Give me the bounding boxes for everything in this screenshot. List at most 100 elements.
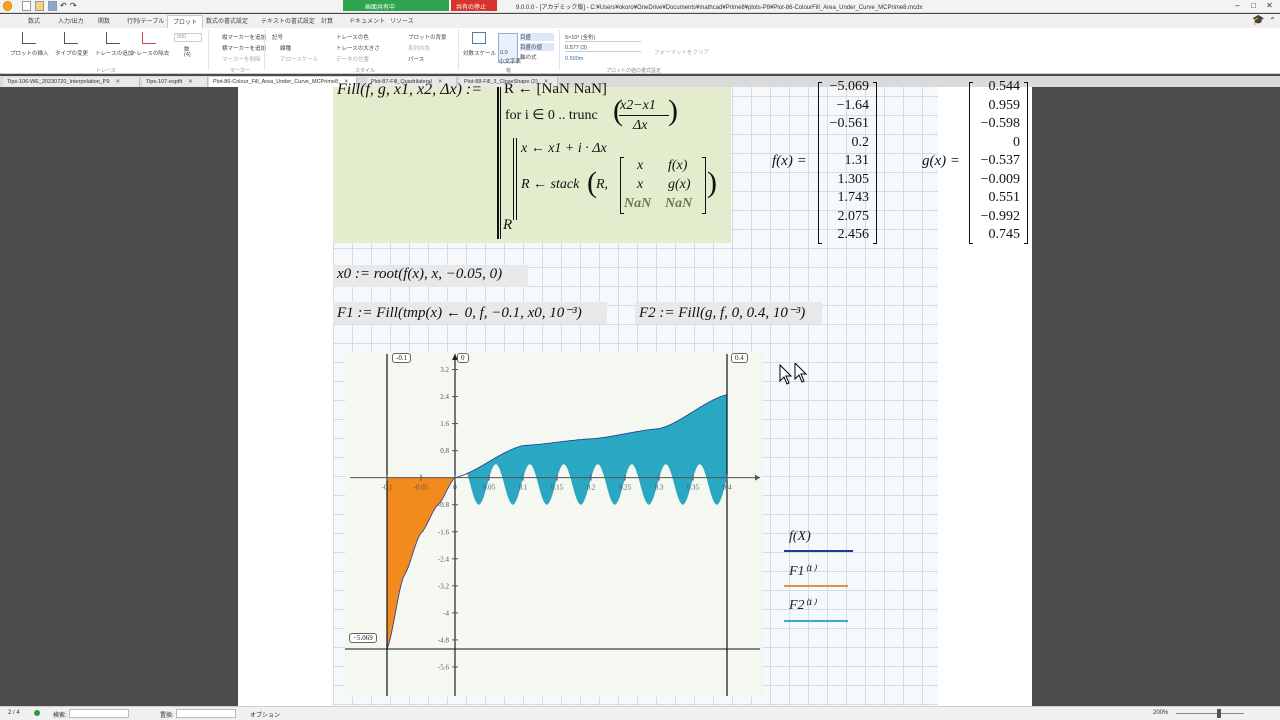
trace-size-dropdown[interactable]: トレースの大きさ	[336, 44, 380, 52]
for-line: for i ∈ 0 .. trunc	[505, 108, 598, 123]
vector-value: 0.2	[851, 134, 870, 150]
maximize-button[interactable]: □	[1249, 1, 1258, 10]
vector-value: 0.551	[988, 190, 1021, 205]
perspective-button[interactable]: パース	[408, 55, 424, 63]
tab-plot[interactable]: プロット	[167, 15, 204, 28]
doc-tab-1[interactable]: Tips-107-expfit ✕	[142, 77, 208, 87]
line-style-dropdown[interactable]: 線種	[280, 44, 291, 52]
axis-item-1[interactable]: 目盛の値	[520, 43, 554, 51]
doc-tab-2[interactable]: Plot-86-Colour_Fill_Area_Under_Curve_MCP…	[209, 77, 357, 87]
change-type-icon[interactable]	[64, 32, 78, 44]
f1-definition: F1 := Fill(tmp(x) ← 0, f, −0.1, x0, 10⁻³…	[337, 305, 582, 321]
paren-right: )	[668, 94, 678, 127]
tab-calculation[interactable]: 計算	[321, 16, 333, 25]
tab-document[interactable]: ドキュメント	[349, 16, 385, 25]
remove-trace-icon[interactable]	[142, 32, 156, 44]
options-label[interactable]: オプション	[250, 710, 280, 719]
undo-icon[interactable]: ↶	[60, 1, 69, 11]
legend-line-f	[784, 550, 853, 552]
redo-icon[interactable]: ↷	[70, 1, 79, 11]
x0-definition: x0 := root(f(x), x, −0.05, 0)	[337, 266, 503, 282]
new-file-icon[interactable]	[22, 1, 31, 11]
save-icon[interactable]	[48, 1, 57, 11]
tab-text-format[interactable]: テキストの書式設定	[261, 16, 315, 25]
trace-style-dropdown[interactable]: データの位置	[336, 55, 369, 63]
plot-svg[interactable]: -0.1 -0.05 0 0.05 0.1 0.15 0.2 0.25 0.3 0.35 0.4 3.…	[340, 350, 770, 700]
marker-right-label[interactable]: 0.4	[731, 353, 748, 363]
axis-item-0[interactable]: 目盛	[520, 33, 554, 41]
trace-color-dropdown[interactable]: トレースの色	[336, 33, 369, 41]
precision-dropdown[interactable]: 0.577 (3)	[565, 45, 641, 52]
tab-math[interactable]: 数式	[28, 16, 40, 25]
count-sub: (4)	[184, 52, 191, 58]
x-tick-label: 0.25	[619, 484, 632, 492]
stack-cell: x	[637, 158, 644, 173]
stack-r: R,	[596, 177, 609, 192]
vector-value: 1.31	[844, 153, 870, 168]
collapse-ribbon-icon[interactable]: ⌃	[1268, 16, 1277, 25]
change-type-label[interactable]: タイプの変更	[55, 49, 88, 57]
marker-min-label[interactable]: −5.069	[349, 633, 377, 643]
tab-resources[interactable]: リソース	[390, 16, 414, 25]
vector-value: 0.544	[988, 79, 1021, 94]
chart-bg-dropdown[interactable]: 系列の色	[408, 44, 430, 52]
close-tab-icon[interactable]: ✕	[188, 79, 193, 85]
x-tick-label: 0.35	[687, 484, 700, 492]
zoom-slider[interactable]	[1176, 713, 1244, 714]
doc-tab-0[interactable]: Tips-106-WE_20230720_Interpolation_P9 ✕	[3, 77, 140, 87]
symbol-dropdown[interactable]: 記号	[272, 33, 283, 41]
frac-denominator: Δx	[633, 118, 648, 133]
insert-plot-icon[interactable]	[22, 32, 36, 44]
axis-item-2[interactable]: 軸の式	[520, 53, 537, 61]
return-r: R	[503, 217, 513, 233]
tab-io[interactable]: 入力/出力	[58, 16, 84, 25]
tab-matrix[interactable]: 行列/テーブル	[127, 16, 164, 25]
add-trace-label[interactable]: トレースの追加	[95, 49, 133, 57]
y-tick-label: 2.4	[440, 393, 449, 401]
number-format-dropdown[interactable]: 5×10³ (全桁)	[565, 33, 641, 42]
arrow-scale-dropdown[interactable]: アロースケール	[280, 55, 318, 63]
gx-bracket-right	[1024, 82, 1028, 244]
vector-value: −0.992	[980, 208, 1020, 224]
marker-zero-label[interactable]: 0	[457, 353, 469, 363]
delete-marker-button[interactable]: マーカーを削除	[222, 55, 261, 63]
stack-paren-right: )	[707, 166, 717, 199]
stack-cell: x	[637, 177, 644, 192]
app-logo-icon[interactable]	[3, 1, 12, 11]
search-input[interactable]	[69, 709, 129, 718]
stack-cell: g(x)	[668, 177, 691, 192]
plot-bg-dropdown[interactable]: プロットの背景	[408, 33, 447, 41]
vector-value: 1.743	[837, 190, 870, 205]
doc-tab-label: Tips-106-WE_20230720_Interpolation_P9	[7, 79, 110, 85]
zoom-slider-thumb[interactable]	[1217, 709, 1221, 718]
replace-input[interactable]	[176, 709, 236, 718]
frac-line	[619, 115, 669, 116]
f2-definition: F2 := Fill(g, f, 0, 0.4, 10⁻³)	[639, 305, 806, 321]
log-scale-icon[interactable]	[472, 32, 486, 44]
add-hmarker-button[interactable]: 横マーカーを追加	[222, 44, 266, 52]
marker-left-label[interactable]: -0.1	[392, 353, 412, 363]
clear-format-button[interactable]: フォーマットをクリア	[654, 48, 709, 56]
insert-plot-label[interactable]: プロットの挿入	[10, 49, 49, 57]
stop-share-button[interactable]: 共有の停止	[451, 0, 497, 11]
y-tick-label: -2.4	[438, 555, 450, 563]
add-vmarker-button[interactable]: 縦マーカーを追加	[222, 33, 266, 41]
close-window-button[interactable]: ✕	[1265, 1, 1274, 10]
learning-cap-icon[interactable]: 🎓	[1252, 16, 1264, 26]
zoom-level: 200%	[1153, 710, 1169, 716]
add-trace-icon[interactable]	[106, 32, 120, 44]
tab-functions[interactable]: 関数	[98, 16, 110, 25]
close-tab-icon[interactable]: ✕	[116, 79, 121, 85]
x-tick-label: 0.05	[483, 484, 496, 492]
open-folder-icon[interactable]	[35, 1, 44, 11]
tab-math-format[interactable]: 数式の書式設定	[206, 16, 248, 25]
remove-trace-label[interactable]: トレースの除去	[131, 49, 169, 57]
stack-cell: NaN	[665, 196, 693, 211]
vector-value: −0.009	[980, 171, 1020, 187]
stack-cell: NaN	[624, 196, 652, 211]
count-input[interactable]: 500	[174, 33, 202, 42]
status-bar: 2 / 4 検索: 置換: オプション 200%	[0, 706, 1280, 720]
minimize-button[interactable]: –	[1233, 1, 1242, 10]
log-scale-label[interactable]: 対数スケール	[463, 49, 496, 57]
vector-value: −0.537	[980, 153, 1020, 168]
